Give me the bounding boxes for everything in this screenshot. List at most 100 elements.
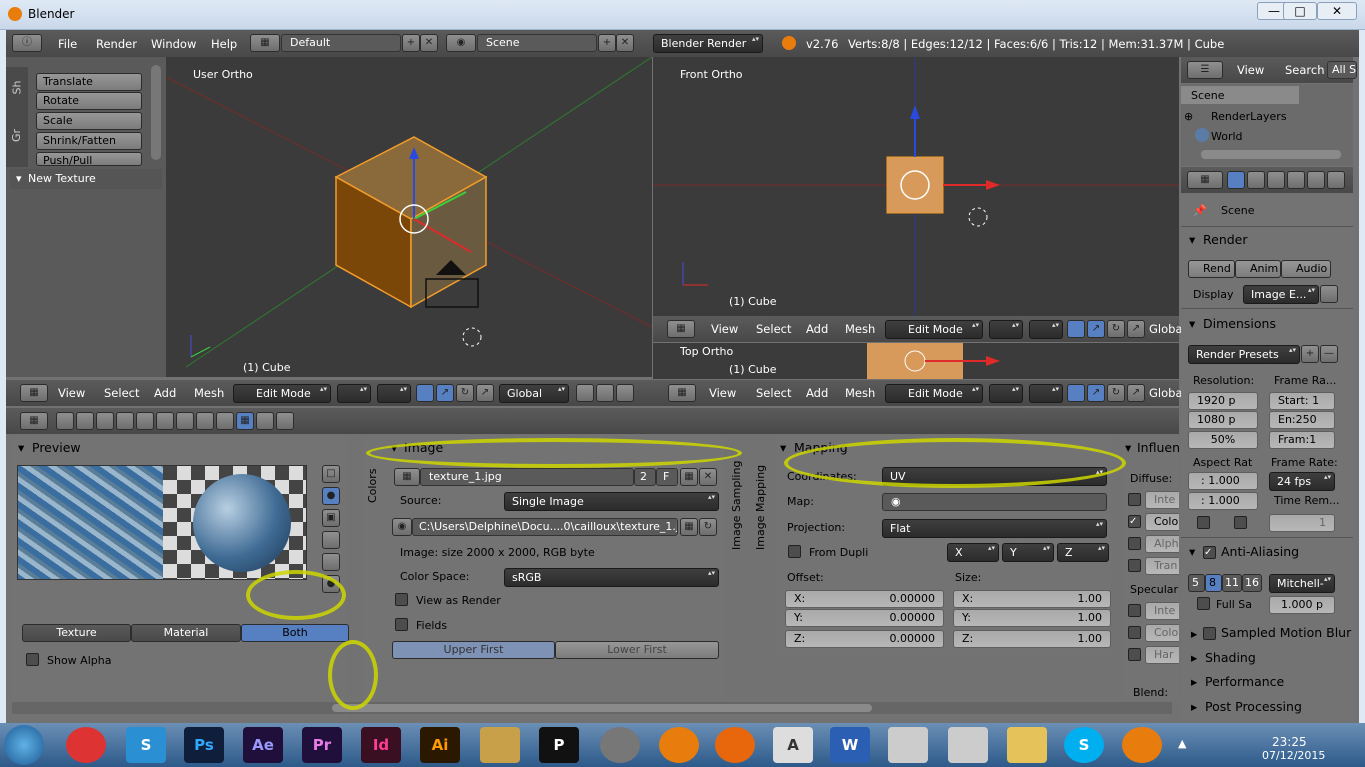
tab-sh[interactable]: Sh: [10, 81, 23, 95]
aa-size-field[interactable]: 1.000 p: [1269, 596, 1335, 614]
frame-step-field[interactable]: Fram:1: [1269, 431, 1335, 449]
close-window-button[interactable]: ✕: [1317, 2, 1357, 20]
lock-display-icon[interactable]: [1320, 285, 1338, 303]
editor-3d-icon-top[interactable]: ▦: [668, 384, 696, 402]
front-menu-view[interactable]: View: [711, 322, 738, 336]
viewport-top-ortho[interactable]: Top Ortho (1) Cube: [653, 343, 1179, 379]
post-processing-title[interactable]: Post Processing: [1205, 699, 1302, 714]
top-mode-select[interactable]: Edit Mode: [885, 384, 983, 403]
motion-blur-checkbox[interactable]: [1203, 627, 1216, 640]
anti-aliasing-checkbox[interactable]: ✓: [1203, 546, 1216, 559]
unlink-image-icon[interactable]: ✕: [699, 468, 717, 486]
top-pivot-select[interactable]: [1029, 384, 1063, 403]
layout-icon[interactable]: ▦: [250, 34, 280, 52]
alpha-field[interactable]: Alph: [1145, 535, 1179, 553]
indesign-icon[interactable]: Id: [361, 727, 401, 763]
object-props-icon[interactable]: [1307, 171, 1325, 189]
spec-color-checkbox[interactable]: [1128, 626, 1141, 639]
blender-active-icon[interactable]: [1122, 727, 1162, 763]
left-orientation-select[interactable]: Global: [499, 384, 569, 403]
resolution-y-field[interactable]: 1080 p: [1188, 411, 1258, 429]
scene-field[interactable]: Scene: [477, 34, 597, 52]
menu-help[interactable]: Help: [211, 37, 237, 51]
file-icon[interactable]: ◉: [392, 518, 412, 536]
maximize-button[interactable]: □: [1283, 2, 1317, 20]
texture-hscroll[interactable]: [12, 702, 1172, 714]
translate-manip-icon[interactable]: ↗: [1087, 320, 1105, 338]
spec-intensity-field[interactable]: Inte: [1145, 602, 1179, 620]
editor-type-icon[interactable]: ⓘ: [12, 34, 42, 52]
app-s-icon[interactable]: S: [126, 727, 166, 763]
physics-tab-icon[interactable]: [276, 412, 294, 430]
left-scale-icon[interactable]: ↗: [476, 384, 494, 402]
axis-z-select[interactable]: Z: [1057, 543, 1109, 562]
image-users-field[interactable]: 2: [634, 468, 656, 486]
hardness-checkbox[interactable]: [1128, 648, 1141, 661]
shading-title[interactable]: Shading: [1205, 650, 1256, 665]
aa-filter-select[interactable]: Mitchell-: [1269, 574, 1335, 593]
preview-cube-icon[interactable]: ▣: [322, 509, 340, 527]
rotate-manip-icon[interactable]: ↻: [1107, 320, 1125, 338]
source-select[interactable]: Single Image: [504, 492, 719, 511]
top-manip-icon[interactable]: [1067, 384, 1085, 402]
frame-start-field[interactable]: Start: 1: [1269, 392, 1335, 410]
top-menu-mesh[interactable]: Mesh: [845, 386, 875, 400]
illustrator-icon[interactable]: Ai: [420, 727, 460, 763]
colors-side-tab[interactable]: Colors: [366, 469, 379, 503]
skype-icon[interactable]: S: [1064, 727, 1104, 763]
translate-button[interactable]: Translate: [36, 73, 142, 91]
render-engine-select[interactable]: Blender Render: [653, 34, 763, 53]
left-menu-add[interactable]: Add: [154, 386, 176, 400]
lower-first-button[interactable]: Lower First: [555, 641, 719, 659]
front-shading-select[interactable]: [989, 320, 1023, 339]
size-y-field[interactable]: Y: 1.00: [953, 609, 1111, 627]
premiere-icon[interactable]: Pr: [302, 727, 342, 763]
scene-icon[interactable]: ◉: [446, 34, 476, 52]
shrink-fatten-button[interactable]: Shrink/Fatten: [36, 132, 142, 150]
world-tab-icon[interactable]: [116, 412, 134, 430]
app-p-icon[interactable]: P: [539, 727, 579, 763]
layers-tab-icon[interactable]: [76, 412, 94, 430]
props-editor-icon-right[interactable]: ▦: [1187, 171, 1223, 189]
menu-render[interactable]: Render: [96, 37, 137, 51]
new-texture-panel[interactable]: ▾ New Texture: [10, 169, 162, 189]
tab-gr[interactable]: Gr: [10, 129, 23, 142]
reload-image-icon[interactable]: ↻: [699, 518, 717, 536]
particles-tab-icon[interactable]: [256, 412, 274, 430]
time-remap-field[interactable]: 1: [1269, 514, 1335, 532]
front-mode-select[interactable]: Edit Mode: [885, 320, 983, 339]
editor-3d-icon-left[interactable]: ▦: [20, 384, 48, 402]
aa-samples-16[interactable]: 16: [1242, 574, 1262, 592]
render-tab-active-icon[interactable]: [1227, 171, 1245, 189]
front-menu-select[interactable]: Select: [756, 322, 791, 336]
viewport-user-ortho[interactable]: User Ortho (1) Cube: [166, 57, 652, 377]
translucency-checkbox[interactable]: [1128, 559, 1141, 572]
aa-samples-8[interactable]: 8: [1205, 574, 1222, 592]
crop-checkbox[interactable]: [1234, 516, 1247, 529]
calculator-icon[interactable]: [888, 727, 928, 763]
uv-map-field[interactable]: ◉: [882, 493, 1107, 511]
image-browse-icon[interactable]: ▦: [394, 468, 420, 486]
shelf-scrollbar[interactable]: [151, 65, 161, 160]
upper-first-button[interactable]: Upper First: [392, 641, 555, 659]
axis-y-select[interactable]: Y: [1002, 543, 1054, 562]
frame-end-field[interactable]: En:250: [1269, 411, 1335, 429]
outliner-filter[interactable]: All Sc: [1327, 61, 1357, 79]
constraint-props-icon[interactable]: [1327, 171, 1345, 189]
scale-manip-icon[interactable]: ↗: [1127, 320, 1145, 338]
top-menu-add[interactable]: Add: [806, 386, 828, 400]
menu-window[interactable]: Window: [151, 37, 196, 51]
projection-select[interactable]: Flat: [882, 519, 1107, 538]
menu-file[interactable]: File: [58, 37, 77, 51]
media-encoder-icon[interactable]: [480, 727, 520, 763]
blender-taskbar-icon[interactable]: [659, 727, 699, 763]
outliner-scroll[interactable]: [1201, 150, 1341, 159]
resolution-x-field[interactable]: 1920 p: [1188, 392, 1258, 410]
app-disc-icon[interactable]: [600, 727, 640, 763]
preview-material-tab[interactable]: Material: [131, 624, 241, 642]
top-rotate-icon[interactable]: ↻: [1107, 384, 1125, 402]
modifiers-tab-icon[interactable]: [176, 412, 194, 430]
props-editor-icon[interactable]: ▦: [20, 412, 48, 430]
axis-x-select[interactable]: X: [947, 543, 999, 562]
left-menu-view[interactable]: View: [58, 386, 85, 400]
